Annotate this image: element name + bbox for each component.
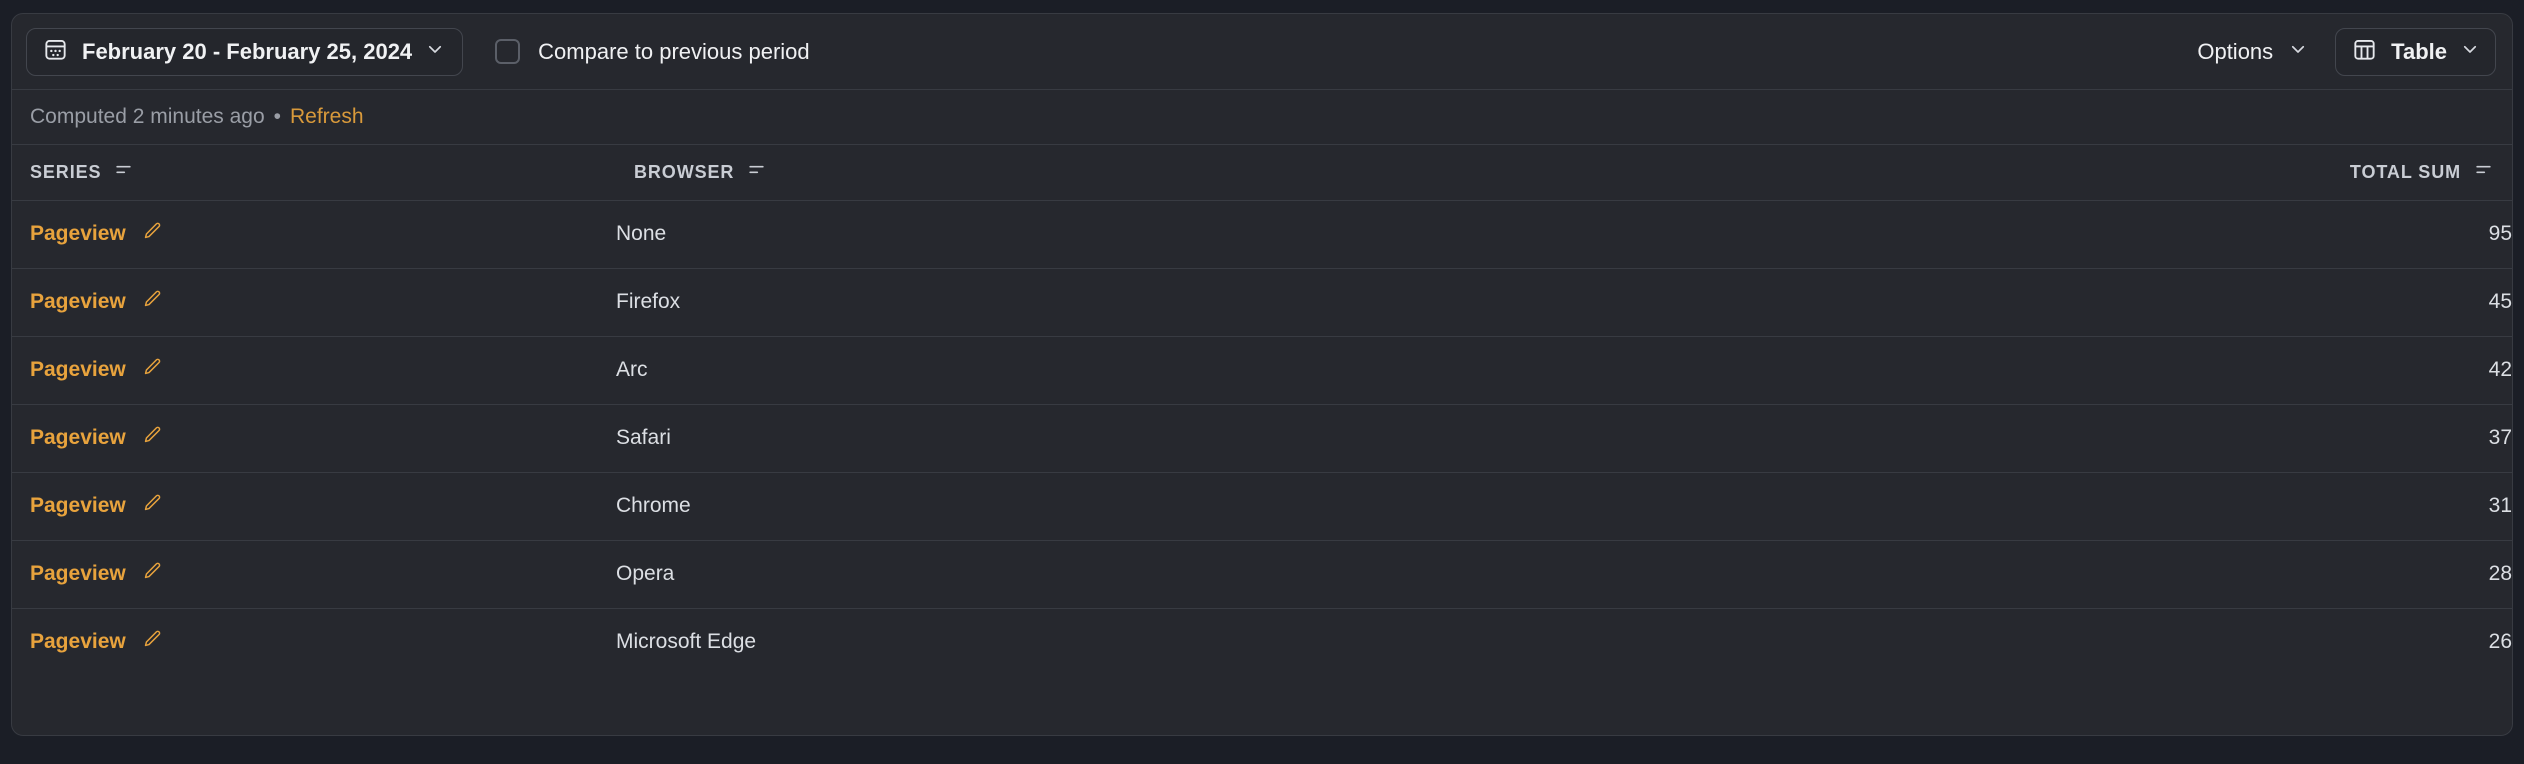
table-header: SERIES BROWSER TOTAL SUM [12,145,2512,201]
column-header-browser[interactable]: BROWSER [616,145,2046,201]
cell-browser: Opera [616,540,2046,609]
cell-total-sum: 26 [2488,630,2512,654]
sort-descending-icon[interactable] [114,160,133,184]
status-separator: • [273,105,281,128]
cell-series: Pageview [12,404,616,473]
view-type-label: Table [2391,38,2447,64]
table-row: Pageview Firefox 45 [12,268,2512,337]
chevron-down-icon [426,40,444,63]
cell-total-sum: 45 [2046,268,2512,337]
cell-browser: Safari [616,404,2046,473]
calendar-icon [43,37,68,67]
table-body: Pageview None 95 Pageview Firefox 45 Pageview A… [12,200,2512,676]
series-link[interactable]: Pageview [30,358,126,382]
compare-checkbox[interactable] [495,39,521,64]
series-link[interactable]: Pageview [30,222,126,246]
sort-descending-icon[interactable] [747,160,766,184]
table-row: Pageview Arc 42 [12,336,2512,405]
options-label: Options [2197,38,2274,64]
cell-series: Pageview [12,472,616,541]
table-row: Pageview Chrome 31 [12,472,2512,541]
sort-descending-icon[interactable] [2474,160,2493,184]
cell-total-sum: 42 [2046,336,2512,405]
refresh-link[interactable]: Refresh [290,105,364,129]
pencil-icon[interactable] [141,289,162,315]
pencil-icon[interactable] [141,561,162,587]
pencil-icon[interactable] [141,221,162,247]
table-row: Pageview Microsoft Edge 26 [12,608,2512,676]
compare-to-previous-period-toggle[interactable]: Compare to previous period [478,28,828,76]
chevron-down-icon [2289,40,2307,63]
pencil-icon[interactable] [141,493,162,519]
cell-total-sum: 95 [2046,200,2512,269]
results-table: SERIES BROWSER TOTAL SUM Pageview None 9… [12,145,2512,676]
computed-status-bar: Computed 2 minutes ago • Refresh [12,90,2512,145]
date-range-label: February 20 - February 25, 2024 [82,38,413,64]
series-link[interactable]: Pageview [30,290,126,314]
cell-browser: None [616,200,2046,269]
series-link[interactable]: Pageview [30,630,126,654]
pencil-icon[interactable] [141,425,162,451]
computed-timestamp: Computed 2 minutes ago [30,105,265,128]
cell-total-sum: 28 [2046,540,2512,609]
cell-series: Pageview [12,540,616,609]
pencil-icon[interactable] [141,629,162,655]
cell-total-sum: 37 [2046,404,2512,473]
chevron-down-icon [2461,40,2479,63]
compare-label: Compare to previous period [538,38,810,64]
cell-browser: Chrome [616,472,2046,541]
cell-browser: Firefox [616,268,2046,337]
report-panel: February 20 - February 25, 2024 Compare … [11,13,2513,736]
series-link[interactable]: Pageview [30,494,126,518]
table-icon [2352,37,2377,67]
cell-series: Pageview [12,268,616,337]
table-row: Pageview Opera 28 [12,540,2512,609]
table-row: Pageview Safari 37 [12,404,2512,473]
cell-series: Pageview [12,336,616,405]
column-header-series[interactable]: SERIES [12,145,616,201]
series-link[interactable]: Pageview [30,426,126,450]
cell-total-sum: 31 [2046,472,2512,541]
view-type-button[interactable]: Table [2335,27,2496,76]
table-row: Pageview None 95 [12,200,2512,269]
series-link[interactable]: Pageview [30,562,126,586]
cell-browser: Arc [616,336,2046,405]
cell-series: Pageview [12,200,616,269]
column-header-total-sum[interactable]: TOTAL SUM [2046,145,2512,201]
options-button[interactable]: Options [2183,28,2321,76]
column-header-label: BROWSER [634,161,735,182]
column-header-label: TOTAL SUM [2349,161,2461,182]
table-header-row: SERIES BROWSER TOTAL SUM [12,145,2512,201]
pencil-icon[interactable] [141,357,162,383]
toolbar: February 20 - February 25, 2024 Compare … [12,14,2512,90]
date-range-button[interactable]: February 20 - February 25, 2024 [26,27,464,76]
cell-series: Pageview [12,608,616,676]
column-header-label: SERIES [30,161,102,182]
cell-browser: Microsoft Edge [616,630,757,654]
